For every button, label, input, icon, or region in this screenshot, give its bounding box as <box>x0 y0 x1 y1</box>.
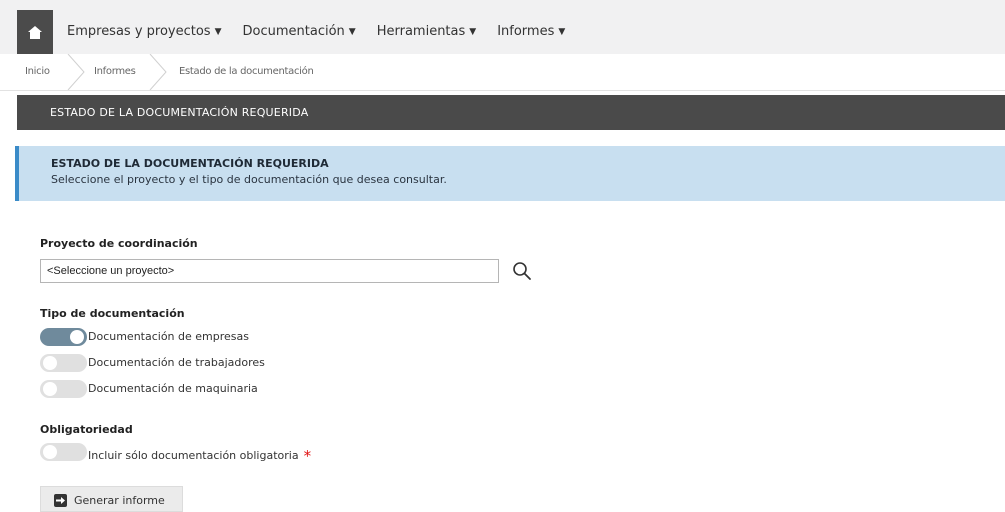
home-icon <box>28 25 42 39</box>
generate-report-button[interactable]: Generar informe <box>40 486 183 512</box>
breadcrumb: Inicio Informes Estado de la documentaci… <box>0 54 1005 91</box>
arrow-right-icon <box>54 494 67 507</box>
doc-type-label: Tipo de documentación <box>40 307 185 320</box>
main-menu: Empresas y proyectos ▼ Documentación ▼ Her… <box>67 24 586 39</box>
breadcrumb-separator-icon <box>67 54 85 90</box>
project-label: Proyecto de coordinación <box>40 237 198 250</box>
menu-label: Herramientas <box>376 24 466 39</box>
info-panel: ESTADO DE LA DOCUMENTACIÓN REQUERIDA Sel… <box>15 146 1005 201</box>
caret-down-icon: ▼ <box>558 27 566 37</box>
menu-herramientas[interactable]: Herramientas ▼ <box>377 24 476 39</box>
toggle-knob <box>43 356 57 370</box>
toggle-knob <box>43 445 57 459</box>
menu-informes[interactable]: Informes ▼ <box>497 24 565 39</box>
breadcrumb-informes[interactable]: Informes <box>94 66 136 77</box>
menu-label: Documentación <box>242 24 345 39</box>
toggle-label: Documentación de trabajadores <box>88 356 265 369</box>
mandatory-option-label: Incluir sólo documentación obligatoria <box>88 449 299 462</box>
toggle-mandatory[interactable] <box>40 443 87 461</box>
caret-down-icon: ▼ <box>469 27 477 37</box>
generate-report-label: Generar informe <box>74 494 165 507</box>
top-navigation-bar: Empresas y proyectos ▼ Documentación ▼ Her… <box>0 0 1005 55</box>
info-text: Seleccione el proyecto y el tipo de docu… <box>51 173 447 186</box>
toggle-empresas[interactable] <box>40 328 87 346</box>
toggle-trabajadores[interactable] <box>40 354 87 372</box>
breadcrumb-inicio[interactable]: Inicio <box>25 66 50 77</box>
mandatory-label: Obligatoriedad <box>40 423 133 436</box>
toggle-label: Documentación de maquinaria <box>88 382 258 395</box>
page-title-bar: ESTADO DE LA DOCUMENTACIÓN REQUERIDA <box>17 95 1005 130</box>
toggle-knob <box>70 330 84 344</box>
required-asterisk: * <box>303 447 312 465</box>
menu-label: Empresas y proyectos <box>67 24 211 39</box>
page-title: ESTADO DE LA DOCUMENTACIÓN REQUERIDA <box>50 106 309 119</box>
menu-label: Informes <box>497 24 555 39</box>
home-button[interactable] <box>17 10 53 54</box>
menu-documentacion[interactable]: Documentación ▼ <box>243 24 356 39</box>
toggle-maquinaria[interactable] <box>40 380 87 398</box>
breadcrumb-separator-icon <box>149 54 167 90</box>
toggle-label: Incluir sólo documentación obligatoria * <box>88 445 312 465</box>
menu-empresas-y-proyectos[interactable]: Empresas y proyectos ▼ <box>67 24 222 39</box>
search-icon[interactable] <box>511 260 533 282</box>
project-select[interactable]: <Seleccione un proyecto> <box>40 259 499 283</box>
toggle-label: Documentación de empresas <box>88 330 249 343</box>
info-title: ESTADO DE LA DOCUMENTACIÓN REQUERIDA <box>51 157 329 170</box>
breadcrumb-current: Estado de la documentación <box>179 66 314 77</box>
toggle-knob <box>43 382 57 396</box>
caret-down-icon: ▼ <box>214 27 222 37</box>
caret-down-icon: ▼ <box>348 27 356 37</box>
